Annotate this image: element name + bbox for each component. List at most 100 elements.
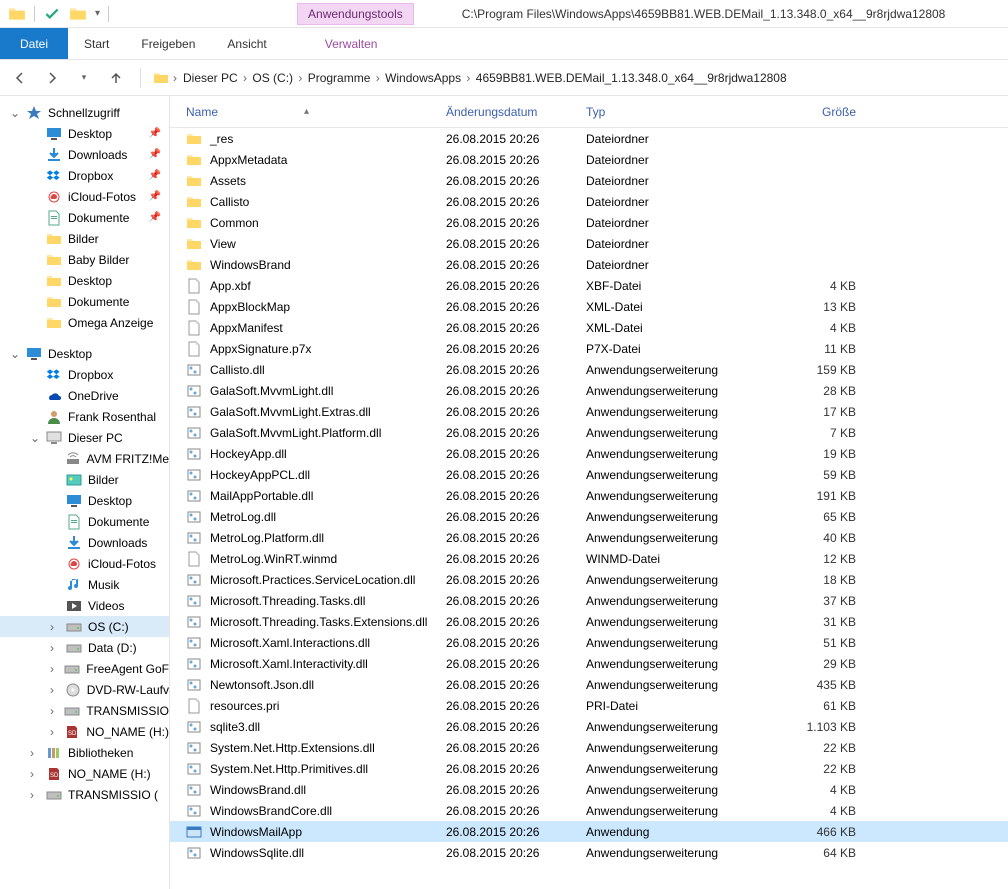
col-name[interactable]: Name▴ (176, 105, 436, 119)
file-row[interactable]: WindowsBrandCore.dll26.08.2015 20:26Anwe… (170, 800, 1008, 821)
tree-item[interactable]: ›Bibliotheken (0, 742, 169, 763)
file-row[interactable]: WindowsBrand26.08.2015 20:26Dateiordner (170, 254, 1008, 275)
file-row[interactable]: HockeyApp.dll26.08.2015 20:26Anwendungse… (170, 443, 1008, 464)
file-row[interactable]: MetroLog.WinRT.winmd26.08.2015 20:26WINM… (170, 548, 1008, 569)
up-button[interactable] (104, 66, 128, 90)
file-row[interactable]: Microsoft.Xaml.Interactions.dll26.08.201… (170, 632, 1008, 653)
tree-item[interactable]: ›TRANSMISSIO (0, 700, 169, 721)
tree-item[interactable]: Dokumente (0, 511, 169, 532)
history-dropdown-icon[interactable]: ▾ (72, 66, 96, 90)
tree-item[interactable]: ⌄Dieser PC (0, 427, 169, 448)
file-row[interactable]: Assets26.08.2015 20:26Dateiordner (170, 170, 1008, 191)
file-row[interactable]: AppxBlockMap26.08.2015 20:26XML-Datei13 … (170, 296, 1008, 317)
col-date[interactable]: Änderungsdatum (436, 105, 576, 119)
file-row[interactable]: Callisto.dll26.08.2015 20:26Anwendungser… (170, 359, 1008, 380)
tab-start[interactable]: Start (68, 28, 125, 59)
folder-icon[interactable] (8, 5, 26, 23)
tab-file[interactable]: Datei (0, 28, 68, 59)
tree-item[interactable]: Desktop (0, 270, 169, 291)
file-row[interactable]: AppxMetadata26.08.2015 20:26Dateiordner (170, 149, 1008, 170)
tree-item[interactable]: Desktop📌 (0, 123, 169, 144)
file-row[interactable]: resources.pri26.08.2015 20:26PRI-Datei61… (170, 695, 1008, 716)
column-headers[interactable]: Name▴ Änderungsdatum Typ Größe (170, 96, 1008, 128)
tab-share[interactable]: Freigeben (125, 28, 211, 59)
tree-item[interactable]: Baby Bilder (0, 249, 169, 270)
tree-item[interactable]: Dropbox📌 (0, 165, 169, 186)
tree-item[interactable]: ›NO_NAME (H:) (0, 721, 169, 742)
tree-item[interactable]: ›NO_NAME (H:) (0, 763, 169, 784)
navigation-tree[interactable]: ⌄SchnellzugriffDesktop📌Downloads📌Dropbox… (0, 96, 170, 889)
tree-item[interactable]: Musik (0, 574, 169, 595)
tree-item[interactable]: ⌄Desktop (0, 343, 169, 364)
expand-icon[interactable]: › (50, 662, 58, 676)
file-row[interactable]: AppxManifest26.08.2015 20:26XML-Datei4 K… (170, 317, 1008, 338)
tree-item[interactable]: Bilder (0, 228, 169, 249)
file-row[interactable]: System.Net.Http.Extensions.dll26.08.2015… (170, 737, 1008, 758)
tree-item[interactable]: AVM FRITZ!Me (0, 448, 169, 469)
col-size[interactable]: Größe (776, 105, 866, 119)
tree-item[interactable]: Desktop (0, 490, 169, 511)
expand-icon[interactable]: ⌄ (10, 347, 20, 361)
file-row[interactable]: Microsoft.Threading.Tasks.Extensions.dll… (170, 611, 1008, 632)
file-row[interactable]: Microsoft.Practices.ServiceLocation.dll2… (170, 569, 1008, 590)
file-row[interactable]: System.Net.Http.Primitives.dll26.08.2015… (170, 758, 1008, 779)
file-row[interactable]: MetroLog.Platform.dll26.08.2015 20:26Anw… (170, 527, 1008, 548)
tree-item[interactable]: Frank Rosenthal (0, 406, 169, 427)
tree-item[interactable]: iCloud-Fotos📌 (0, 186, 169, 207)
file-row[interactable]: Microsoft.Threading.Tasks.dll26.08.2015 … (170, 590, 1008, 611)
file-row[interactable]: Callisto26.08.2015 20:26Dateiordner (170, 191, 1008, 212)
file-row[interactable]: MetroLog.dll26.08.2015 20:26Anwendungser… (170, 506, 1008, 527)
expand-icon[interactable]: ⌄ (30, 431, 40, 445)
file-row[interactable]: Microsoft.Xaml.Interactivity.dll26.08.20… (170, 653, 1008, 674)
file-row[interactable]: _res26.08.2015 20:26Dateiordner (170, 128, 1008, 149)
file-row[interactable]: GalaSoft.MvvmLight.Platform.dll26.08.201… (170, 422, 1008, 443)
file-row[interactable]: WindowsSqlite.dll26.08.2015 20:26Anwendu… (170, 842, 1008, 863)
tree-item[interactable]: Downloads📌 (0, 144, 169, 165)
col-type[interactable]: Typ (576, 105, 776, 119)
file-row[interactable]: WindowsMailApp26.08.2015 20:26Anwendung4… (170, 821, 1008, 842)
expand-icon[interactable]: › (30, 767, 40, 781)
tree-item[interactable]: Bilder (0, 469, 169, 490)
tree-item[interactable]: iCloud-Fotos (0, 553, 169, 574)
contextual-tab[interactable]: Anwendungstools (297, 3, 414, 25)
tree-item[interactable]: ›TRANSMISSIO ( (0, 784, 169, 805)
file-row[interactable]: GalaSoft.MvvmLight.dll26.08.2015 20:26An… (170, 380, 1008, 401)
properties-icon[interactable] (43, 5, 61, 23)
file-list[interactable]: Name▴ Änderungsdatum Typ Größe _res26.08… (170, 96, 1008, 889)
new-folder-icon[interactable] (69, 5, 87, 23)
tree-item[interactable]: Videos (0, 595, 169, 616)
tree-item[interactable]: ›OS (C:) (0, 616, 169, 637)
forward-button[interactable] (40, 66, 64, 90)
file-row[interactable]: Newtonsoft.Json.dll26.08.2015 20:26Anwen… (170, 674, 1008, 695)
tree-item[interactable]: Dokumente (0, 291, 169, 312)
file-row[interactable]: MailAppPortable.dll26.08.2015 20:26Anwen… (170, 485, 1008, 506)
file-row[interactable]: AppxSignature.p7x26.08.2015 20:26P7X-Dat… (170, 338, 1008, 359)
tab-manage[interactable]: Verwalten (309, 28, 394, 59)
expand-icon[interactable]: ⌄ (10, 106, 20, 120)
back-button[interactable] (8, 66, 32, 90)
file-row[interactable]: sqlite3.dll26.08.2015 20:26Anwendungserw… (170, 716, 1008, 737)
breadcrumb-item[interactable]: OS (C:) (250, 71, 295, 85)
expand-icon[interactable]: › (30, 788, 40, 802)
tree-item[interactable]: ›DVD-RW-Laufv (0, 679, 169, 700)
expand-icon[interactable]: › (50, 620, 60, 634)
expand-icon[interactable]: › (30, 746, 40, 760)
tree-item[interactable]: OneDrive (0, 385, 169, 406)
tree-item[interactable]: Dokumente📌 (0, 207, 169, 228)
tree-item[interactable]: ›FreeAgent GoF (0, 658, 169, 679)
expand-icon[interactable]: › (50, 725, 58, 739)
breadcrumb-item[interactable]: WindowsApps (383, 71, 463, 85)
file-row[interactable]: GalaSoft.MvvmLight.Extras.dll26.08.2015 … (170, 401, 1008, 422)
expand-icon[interactable]: › (50, 704, 58, 718)
expand-icon[interactable]: › (50, 641, 60, 655)
breadcrumb-item[interactable]: Programme (306, 71, 373, 85)
file-row[interactable]: View26.08.2015 20:26Dateiordner (170, 233, 1008, 254)
tab-view[interactable]: Ansicht (211, 28, 282, 59)
qat-dropdown-icon[interactable]: ▾ (95, 8, 100, 19)
tree-item[interactable]: Dropbox (0, 364, 169, 385)
breadcrumb-item[interactable]: Dieser PC (181, 71, 240, 85)
file-row[interactable]: HockeyAppPCL.dll26.08.2015 20:26Anwendun… (170, 464, 1008, 485)
breadcrumb-item[interactable]: 4659BB81.WEB.DEMail_1.13.348.0_x64__9r8r… (474, 71, 789, 85)
tree-item[interactable]: Omega Anzeige (0, 312, 169, 333)
file-row[interactable]: WindowsBrand.dll26.08.2015 20:26Anwendun… (170, 779, 1008, 800)
